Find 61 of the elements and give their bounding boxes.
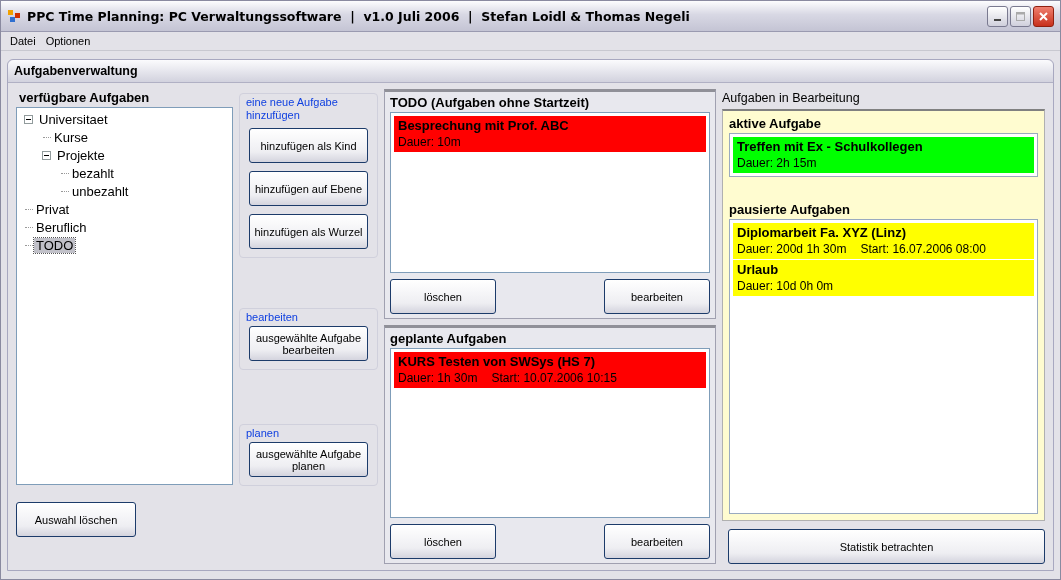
tree-item[interactable]: Privat bbox=[34, 201, 72, 217]
task-name: Treffen mit Ex - Schulkollegen bbox=[737, 139, 924, 154]
action-button[interactable]: ausgewählte Aufgabe planen bbox=[249, 442, 368, 477]
panel-button[interactable]: bearbeiten bbox=[604, 279, 710, 314]
panel-button[interactable]: löschen bbox=[390, 524, 496, 559]
task-list[interactable]: Diplomarbeit Fa. XYZ (Linz) Dauer: 200d 1h 30m Start: 16.07.2006 08:00 Urlaub Dauer: 10d 0h 0m bbox=[729, 219, 1038, 514]
task-entry[interactable]: KURS Testen von SWSys (HS 7) Dauer: 1h 30m Start: 10.07.2006 10:15 bbox=[394, 352, 706, 388]
action-button[interactable]: ausgewählte Aufgabe bearbeiten bbox=[249, 326, 368, 361]
task-entry[interactable]: Urlaub Dauer: 10d 0h 0m bbox=[733, 260, 1034, 296]
task-start: Start: 16.07.2006 08:00 bbox=[860, 242, 986, 256]
tree-item[interactable]: bezahlt bbox=[70, 165, 116, 181]
action-button[interactable]: hinzufügen als Wurzel bbox=[249, 214, 368, 249]
panel-button[interactable]: bearbeiten bbox=[604, 524, 710, 559]
tree-item[interactable]: Beruflich bbox=[34, 219, 89, 235]
task-entry[interactable]: Diplomarbeit Fa. XYZ (Linz) Dauer: 200d 1h 30m Start: 16.07.2006 08:00 bbox=[733, 223, 1034, 259]
task-duration: Dauer: 1h 30m bbox=[398, 371, 478, 385]
action-button[interactable]: hinzufügen auf Ebene bbox=[249, 171, 368, 206]
window-title: PPC Time Planning: PC Verwaltungssoftware | v1.0 Juli 2006 | Stefan Loidl & Thomas Negeli bbox=[27, 8, 691, 24]
subsection-title: pausierte Aufgaben bbox=[729, 201, 851, 219]
group-legend: bearbeiten bbox=[246, 311, 371, 324]
task-duration: Dauer: 2h 15m bbox=[737, 156, 817, 170]
collapse-icon[interactable] bbox=[24, 114, 33, 124]
group-legend: planen bbox=[246, 427, 371, 440]
maximize-icon bbox=[1016, 11, 1025, 21]
task-list[interactable]: KURS Testen von SWSys (HS 7) Dauer: 1h 30m Start: 10.07.2006 10:15 bbox=[390, 348, 710, 518]
panel-button[interactable]: löschen bbox=[390, 279, 496, 314]
subsection-title: aktive Aufgabe bbox=[729, 115, 822, 133]
task-name: Urlaub bbox=[737, 262, 780, 277]
tree-item[interactable]: unbezahlt bbox=[70, 183, 131, 199]
task-list[interactable]: Besprechung mit Prof. ABC Dauer: 10m bbox=[390, 112, 710, 273]
clear-selection-button[interactable]: Auswahl löschen bbox=[16, 502, 136, 537]
close-button[interactable] bbox=[1033, 5, 1054, 27]
task-name: KURS Testen von SWSys (HS 7) bbox=[398, 354, 596, 369]
panel-header: Aufgabenverwaltung bbox=[8, 60, 1053, 83]
tree-item[interactable]: TODO bbox=[34, 237, 76, 253]
section-title: geplante Aufgaben bbox=[390, 330, 508, 348]
maximize-button[interactable] bbox=[1010, 5, 1031, 27]
app-icon bbox=[7, 9, 21, 23]
task-duration: Dauer: 10d 0h 0m bbox=[737, 279, 834, 293]
tree-item[interactable]: Kurse bbox=[52, 129, 90, 145]
task-name: Besprechung mit Prof. ABC bbox=[398, 118, 570, 133]
task-tree[interactable]: Universitaet Kurse Projekte bezahlt unbezahlt Privat Beruflich TODO bbox=[16, 107, 233, 485]
task-duration: Dauer: 10m bbox=[398, 135, 461, 149]
menu-item[interactable]: Optionen bbox=[40, 35, 96, 47]
tree-item[interactable]: Universitaet bbox=[37, 111, 110, 127]
minimize-icon bbox=[994, 18, 1001, 21]
minimize-button[interactable] bbox=[987, 5, 1008, 27]
section-title: Aufgaben in Bearbeitung bbox=[722, 90, 861, 107]
tree-item[interactable]: Projekte bbox=[55, 147, 107, 163]
group-legend: eine neue Aufgabe hinzufügen bbox=[246, 96, 371, 122]
section-title: verfügbare Aufgaben bbox=[18, 89, 151, 107]
task-start: Start: 10.07.2006 10:15 bbox=[491, 371, 617, 385]
statistics-button[interactable]: Statistik betrachten bbox=[728, 529, 1045, 564]
close-icon bbox=[1039, 11, 1048, 21]
section-title: TODO (Aufgaben ohne Startzeit) bbox=[390, 94, 591, 112]
task-name: Diplomarbeit Fa. XYZ (Linz) bbox=[737, 225, 907, 240]
action-button[interactable]: hinzufügen als Kind bbox=[249, 128, 368, 163]
menu-item[interactable]: Datei bbox=[5, 35, 41, 47]
task-entry[interactable]: Besprechung mit Prof. ABC Dauer: 10m bbox=[394, 116, 706, 152]
task-duration: Dauer: 200d 1h 30m bbox=[737, 242, 847, 256]
collapse-icon[interactable] bbox=[42, 150, 51, 160]
